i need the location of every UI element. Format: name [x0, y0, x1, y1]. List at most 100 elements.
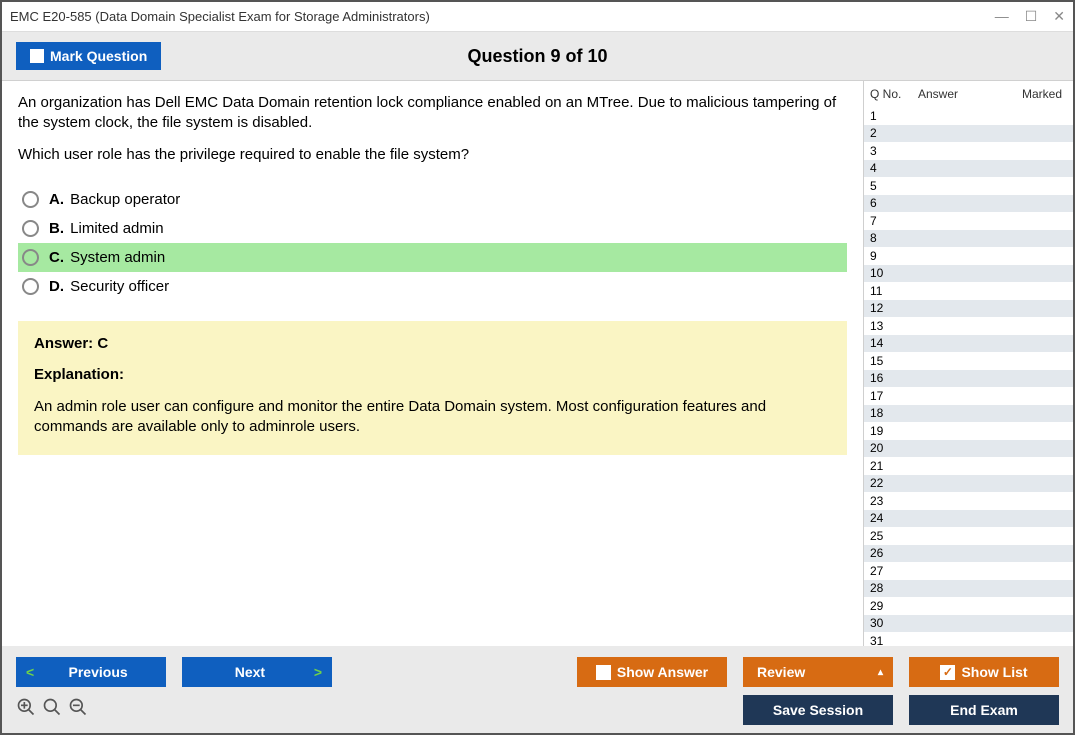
- sidebar-row[interactable]: 7: [864, 212, 1073, 230]
- chevron-right-icon: >: [314, 664, 322, 680]
- show-answer-label: Show Answer: [617, 664, 708, 680]
- option-c[interactable]: C. System admin: [18, 243, 847, 272]
- save-session-button[interactable]: Save Session: [743, 695, 893, 725]
- sidebar-row[interactable]: 4: [864, 160, 1073, 178]
- option-letter: A.: [49, 191, 64, 208]
- sidebar-row[interactable]: 20: [864, 440, 1073, 458]
- zoom-reset-icon[interactable]: [42, 697, 62, 723]
- cell-qno: 6: [864, 196, 912, 210]
- radio-icon: [22, 220, 39, 237]
- option-letter: D.: [49, 278, 64, 295]
- cell-qno: 29: [864, 599, 912, 613]
- cell-qno: 31: [864, 634, 912, 646]
- sidebar-row[interactable]: 3: [864, 142, 1073, 160]
- mark-question-button[interactable]: Mark Question: [16, 42, 161, 70]
- option-d[interactable]: D. Security officer: [18, 272, 847, 301]
- end-exam-button[interactable]: End Exam: [909, 695, 1059, 725]
- option-text: A. Backup operator: [49, 191, 180, 208]
- mark-question-label: Mark Question: [50, 48, 147, 64]
- cell-qno: 13: [864, 319, 912, 333]
- sidebar-row[interactable]: 31: [864, 632, 1073, 646]
- zoom-out-icon[interactable]: [68, 697, 88, 723]
- review-label: Review: [757, 664, 805, 680]
- col-header-marked: Marked: [1017, 87, 1067, 101]
- mark-checkbox-icon: [30, 49, 44, 63]
- sidebar-row[interactable]: 16: [864, 370, 1073, 388]
- sidebar-body[interactable]: 1234567891011121314151617181920212223242…: [864, 107, 1073, 646]
- show-list-button[interactable]: ✓ Show List: [909, 657, 1059, 687]
- sidebar-row[interactable]: 6: [864, 195, 1073, 213]
- sidebar-row[interactable]: 21: [864, 457, 1073, 475]
- next-label: Next: [192, 664, 308, 680]
- chevron-left-icon: <: [26, 664, 34, 680]
- review-button[interactable]: Review: [743, 657, 893, 687]
- cell-qno: 15: [864, 354, 912, 368]
- cell-qno: 12: [864, 301, 912, 315]
- previous-label: Previous: [40, 664, 156, 680]
- sidebar-row[interactable]: 11: [864, 282, 1073, 300]
- cell-qno: 5: [864, 179, 912, 193]
- cell-qno: 30: [864, 616, 912, 630]
- sidebar-row[interactable]: 14: [864, 335, 1073, 353]
- sidebar-row[interactable]: 23: [864, 492, 1073, 510]
- show-answer-button[interactable]: Show Answer: [577, 657, 727, 687]
- sidebar-row[interactable]: 25: [864, 527, 1073, 545]
- option-b[interactable]: B. Limited admin: [18, 214, 847, 243]
- radio-icon: [22, 249, 39, 266]
- close-icon[interactable]: ✕: [1053, 8, 1065, 25]
- sidebar-row[interactable]: 27: [864, 562, 1073, 580]
- sidebar-header: Q No. Answer Marked: [864, 81, 1073, 107]
- zoom-controls: [16, 697, 88, 723]
- option-letter: C.: [49, 249, 64, 266]
- sidebar-row[interactable]: 26: [864, 545, 1073, 563]
- answer-box: Answer: C Explanation: An admin role use…: [18, 321, 847, 456]
- sidebar-row[interactable]: 9: [864, 247, 1073, 265]
- sidebar-row[interactable]: 5: [864, 177, 1073, 195]
- zoom-in-icon[interactable]: [16, 697, 36, 723]
- sidebar-row[interactable]: 10: [864, 265, 1073, 283]
- sidebar-row[interactable]: 2: [864, 125, 1073, 143]
- previous-button[interactable]: < Previous: [16, 657, 166, 687]
- sidebar-row[interactable]: 28: [864, 580, 1073, 598]
- options-list: A. Backup operator B. Limited admin C. Sys…: [18, 185, 847, 301]
- minimize-icon[interactable]: —: [995, 8, 1009, 25]
- save-session-label: Save Session: [773, 702, 863, 718]
- end-exam-label: End Exam: [950, 702, 1018, 718]
- option-text: C. System admin: [49, 249, 165, 266]
- col-header-answer: Answer: [918, 87, 1017, 101]
- footer-row-2: Save Session End Exam: [16, 695, 1059, 725]
- sidebar-row[interactable]: 12: [864, 300, 1073, 318]
- option-a[interactable]: A. Backup operator: [18, 185, 847, 214]
- footer-row-1: < Previous Next > Show Answer Review ✓ S…: [16, 657, 1059, 687]
- radio-icon: [22, 278, 39, 295]
- cell-qno: 2: [864, 126, 912, 140]
- sidebar-row[interactable]: 24: [864, 510, 1073, 528]
- cell-qno: 3: [864, 144, 912, 158]
- explanation-label: Explanation:: [34, 366, 831, 383]
- sidebar-row[interactable]: 18: [864, 405, 1073, 423]
- sidebar-row[interactable]: 19: [864, 422, 1073, 440]
- option-text: B. Limited admin: [49, 220, 164, 237]
- sidebar-row[interactable]: 22: [864, 475, 1073, 493]
- sidebar-row[interactable]: 8: [864, 230, 1073, 248]
- cell-qno: 23: [864, 494, 912, 508]
- cell-qno: 9: [864, 249, 912, 263]
- sidebar-row[interactable]: 30: [864, 615, 1073, 633]
- sidebar-row[interactable]: 17: [864, 387, 1073, 405]
- app-window: EMC E20-585 (Data Domain Specialist Exam…: [0, 0, 1075, 735]
- option-text: D. Security officer: [49, 278, 169, 295]
- cell-qno: 11: [864, 284, 912, 298]
- maximize-icon[interactable]: ☐: [1025, 8, 1038, 25]
- cell-qno: 26: [864, 546, 912, 560]
- main-pane: An organization has Dell EMC Data Domain…: [2, 81, 863, 646]
- window-title: EMC E20-585 (Data Domain Specialist Exam…: [10, 9, 430, 24]
- sidebar-row[interactable]: 15: [864, 352, 1073, 370]
- window-controls: — ☐ ✕: [995, 8, 1065, 25]
- show-list-checkbox-icon: ✓: [940, 665, 955, 680]
- sidebar-row[interactable]: 13: [864, 317, 1073, 335]
- sidebar-row[interactable]: 1: [864, 107, 1073, 125]
- question-list-sidebar: Q No. Answer Marked 12345678910111213141…: [863, 81, 1073, 646]
- next-button[interactable]: Next >: [182, 657, 332, 687]
- sidebar-row[interactable]: 29: [864, 597, 1073, 615]
- cell-qno: 19: [864, 424, 912, 438]
